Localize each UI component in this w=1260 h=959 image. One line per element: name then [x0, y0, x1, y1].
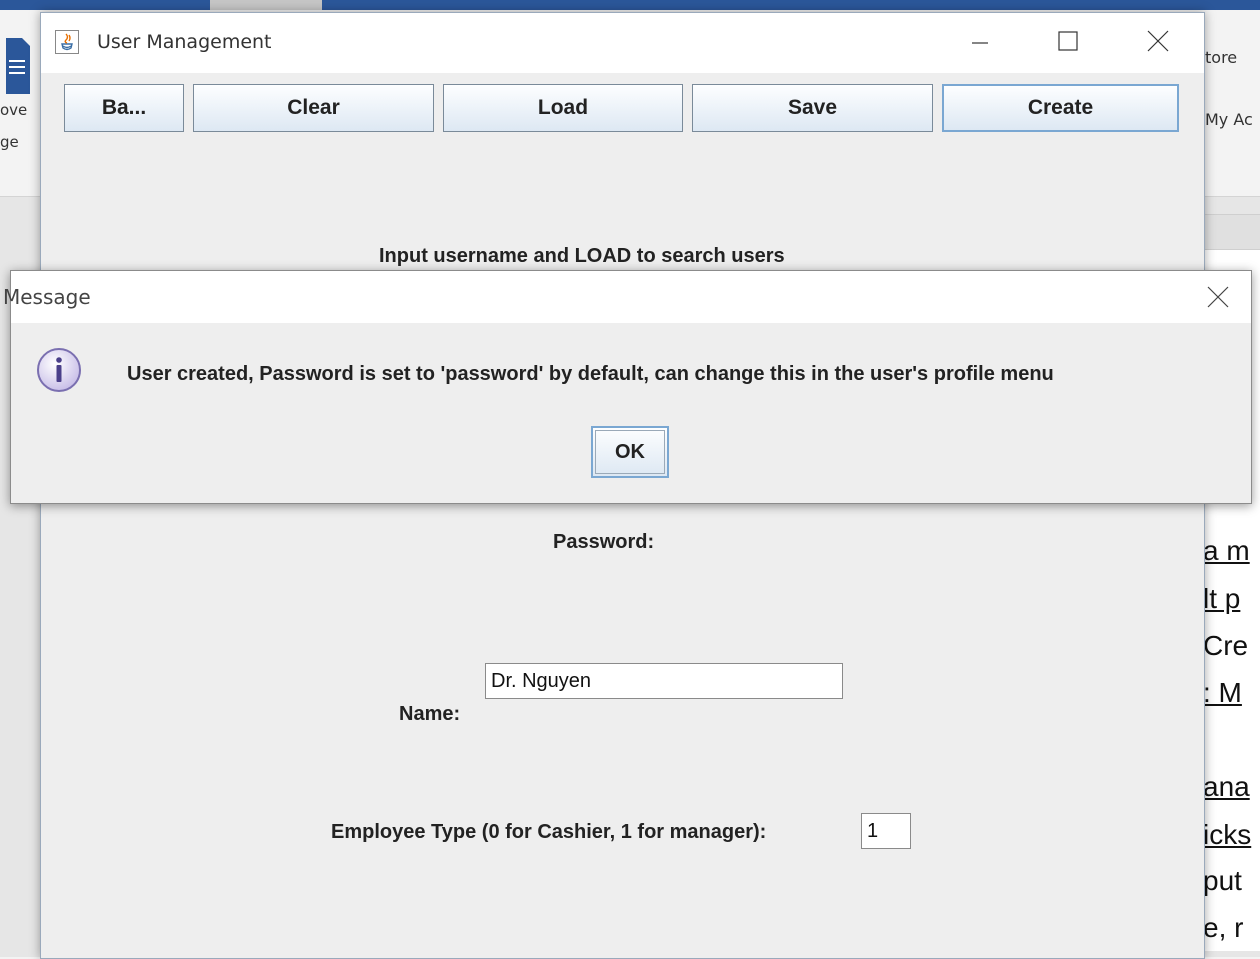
- background-ruler: [1205, 214, 1260, 250]
- info-icon: [37, 348, 81, 392]
- window-title-bar[interactable]: User Management: [41, 13, 1204, 73]
- background-title-bar: [0, 0, 1260, 10]
- clear-button[interactable]: Clear: [193, 84, 434, 132]
- document-icon: [6, 38, 30, 94]
- dialog-message: User created, Password is set to 'passwo…: [127, 363, 1054, 385]
- name-label: Name:: [399, 703, 461, 725]
- employee-type-input[interactable]: [861, 813, 911, 849]
- minimize-icon: [972, 42, 988, 44]
- message-dialog: Message User created, Password is set to…: [3, 270, 1252, 504]
- minimize-button[interactable]: [960, 27, 1000, 57]
- document-text-line: lt p: [1203, 583, 1241, 614]
- document-text-line: ana: [1203, 771, 1250, 802]
- password-label: Password:: [553, 531, 655, 553]
- java-app-icon: [55, 30, 79, 54]
- document-text-line: put: [1203, 865, 1242, 896]
- dialog-title-bar[interactable]: Message: [3, 271, 1251, 323]
- ok-button[interactable]: OK: [591, 426, 669, 478]
- document-text-line: e, r: [1203, 912, 1244, 943]
- employee-type-label: Employee Type (0 for Cashier, 1 for mana…: [331, 821, 767, 843]
- close-icon: [1207, 286, 1229, 308]
- load-button[interactable]: Load: [443, 84, 683, 132]
- save-button[interactable]: Save: [692, 84, 933, 132]
- create-button[interactable]: Create: [942, 84, 1179, 132]
- back-button[interactable]: Ba...: [64, 84, 184, 132]
- background-ribbon-label: My Ac: [1205, 110, 1253, 129]
- background-ribbon-label: ge: [0, 133, 19, 151]
- close-icon: [1147, 30, 1169, 52]
- maximize-button[interactable]: [1047, 27, 1087, 57]
- dialog-title: Message: [3, 285, 91, 309]
- background-active-tab: [210, 0, 322, 10]
- document-text-line: a m: [1203, 535, 1250, 566]
- document-text-line: icks: [1203, 819, 1252, 850]
- maximize-icon: [1058, 31, 1078, 51]
- instruction-label: Input username and LOAD to search users: [379, 245, 785, 267]
- name-input[interactable]: [485, 663, 843, 699]
- dialog-close-button[interactable]: [1199, 281, 1235, 313]
- background-ribbon-label: tore: [1205, 48, 1238, 67]
- window-title: User Management: [97, 31, 272, 53]
- background-ribbon-label: ove: [0, 101, 28, 119]
- document-text-line: Cre: [1203, 630, 1249, 661]
- close-button[interactable]: [1138, 27, 1178, 57]
- document-text-line: : M: [1203, 677, 1242, 708]
